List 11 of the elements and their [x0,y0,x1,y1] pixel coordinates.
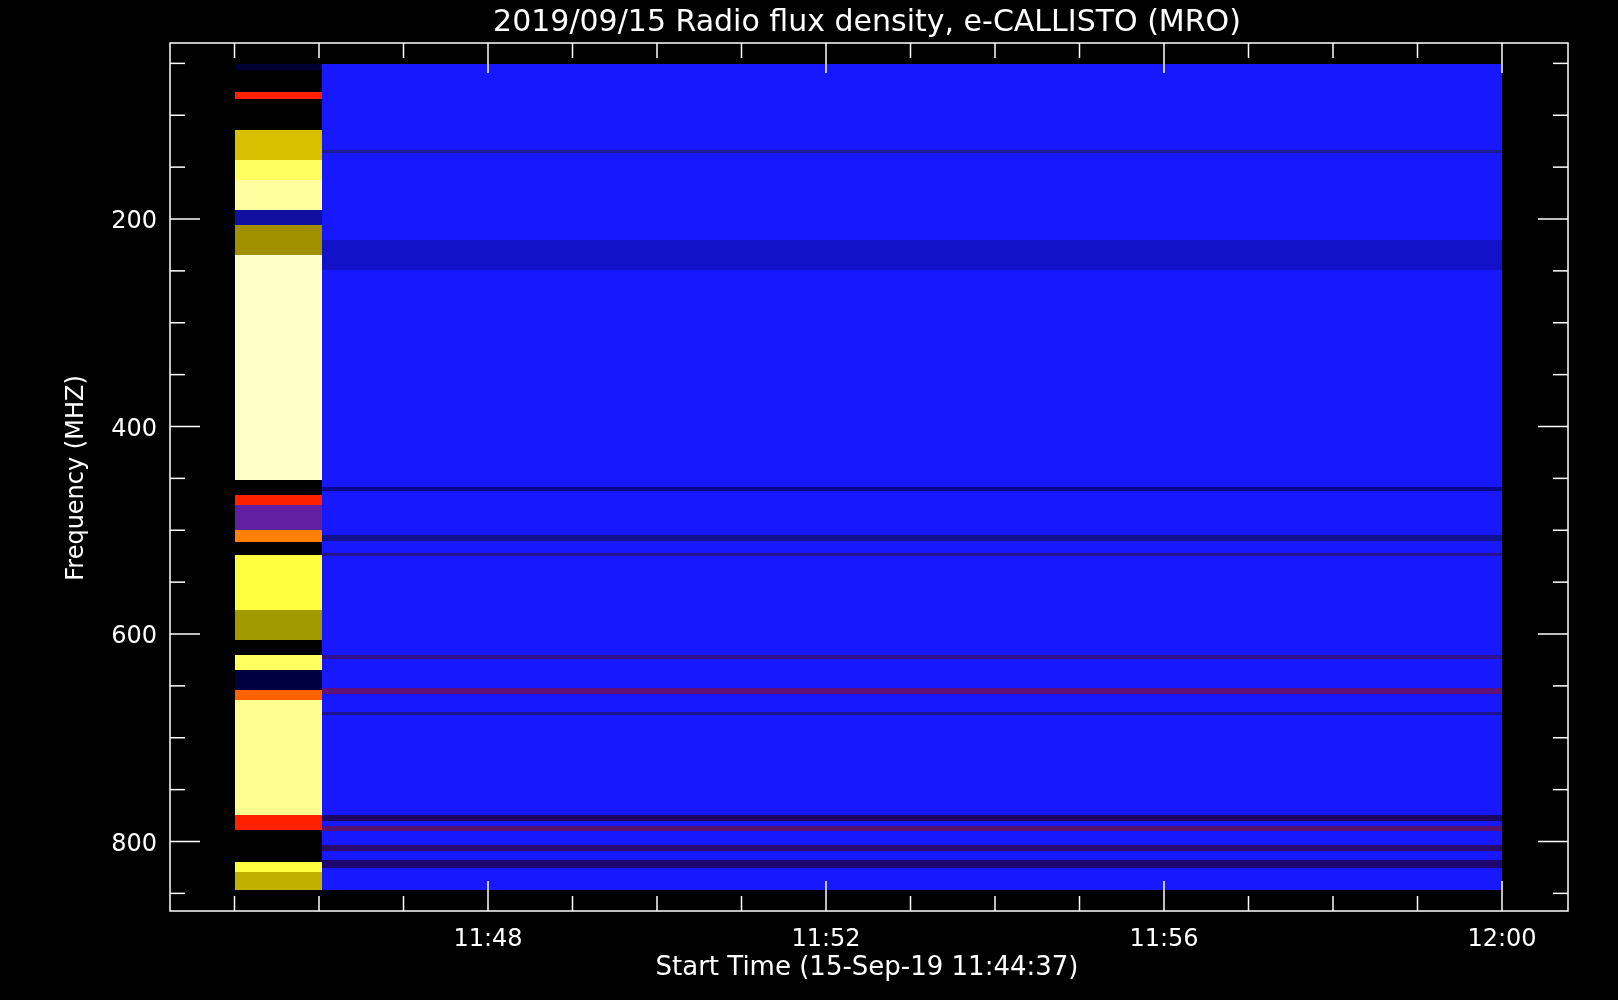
x-tick-label: 12:00 [1467,924,1537,952]
x-tick-label: 11:56 [1129,924,1199,952]
x-axis-label: Start Time (15-Sep-19 11:44:37) [655,951,1079,981]
y-tick-label: 600 [111,621,157,649]
y-tick-label: 400 [111,413,157,442]
chart-title: 2019/09/15 Radio flux density, e-CALLISTO (MRO) [493,3,1241,38]
y-tick-label: 800 [111,828,157,857]
x-tick-label: 11:48 [453,924,523,952]
y-tick-label: 200 [111,206,157,234]
y-axis-label: Frequency (MHZ) [61,375,89,581]
x-tick-label: 11:52 [791,924,861,952]
